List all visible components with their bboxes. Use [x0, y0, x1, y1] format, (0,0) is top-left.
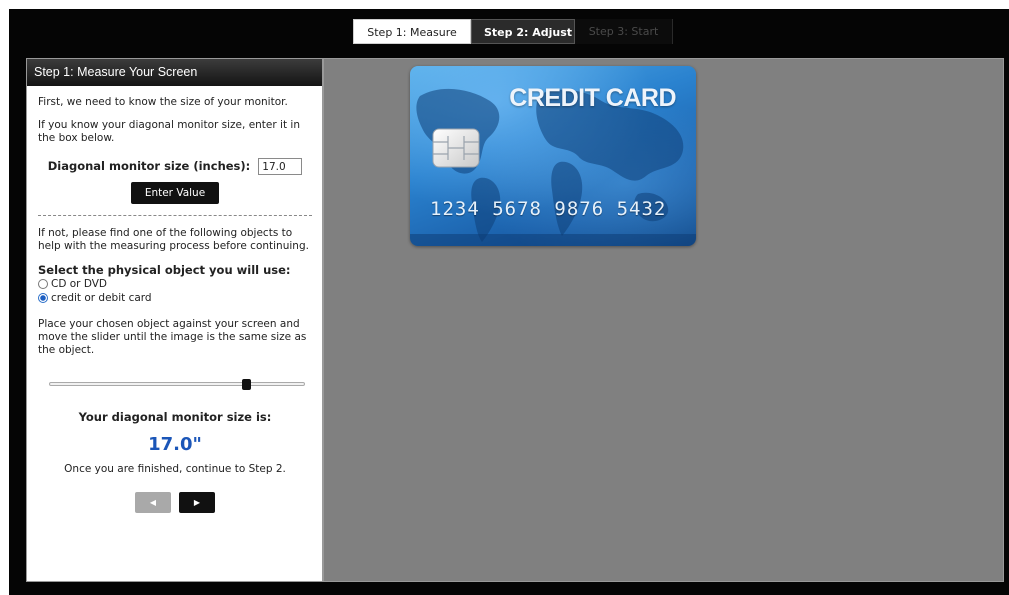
option-cd-dvd[interactable]: CD or DVD	[38, 277, 312, 291]
diagonal-size-label: Diagonal monitor size (inches):	[47, 159, 251, 173]
radio-credit-card[interactable]	[38, 293, 48, 303]
enter-value-button[interactable]: Enter Value	[131, 182, 219, 204]
find-object-text: If not, please find one of the following…	[38, 227, 309, 252]
option-cd-dvd-label: CD or DVD	[51, 277, 108, 290]
nav-buttons: ◀ ▶	[38, 492, 312, 513]
previous-button[interactable]: ◀	[135, 492, 171, 513]
intro-text: First, we need to know the size of your …	[38, 96, 288, 108]
finish-text: Once you are finished, continue to Step …	[64, 463, 286, 475]
tab-step-1[interactable]: Step 1: Measure	[353, 19, 471, 44]
result-label: Your diagonal monitor size is:	[78, 410, 272, 424]
divider	[38, 215, 312, 216]
instructions-text: Place your chosen object against your sc…	[38, 318, 307, 356]
left-arrow-icon: ◀	[149, 498, 157, 507]
next-button[interactable]: ▶	[179, 492, 215, 513]
option-credit-card-label: credit or debit card	[51, 291, 152, 304]
result-value: 17.0"	[148, 434, 202, 455]
panel-title: Step 1: Measure Your Screen	[27, 59, 322, 86]
credit-card-image: CREDIT CARD 1234 5678 9876 5432	[410, 66, 696, 246]
diagonal-size-input[interactable]: 17.0	[258, 158, 303, 175]
option-credit-card[interactable]: credit or debit card	[38, 291, 312, 305]
know-size-text: If you know your diagonal monitor size, …	[38, 119, 300, 144]
step-tabs: Step 1: Measure Step 2: Adjust Step 3: S…	[353, 19, 673, 44]
radio-cd-dvd[interactable]	[38, 279, 48, 289]
diagonal-size-row: Diagonal monitor size (inches): 17.0	[38, 158, 312, 175]
tab-step-2[interactable]: Step 2: Adjust	[471, 19, 575, 44]
card-number: 1234 5678 9876 5432	[430, 198, 667, 220]
slider-handle[interactable]	[241, 379, 251, 390]
size-slider[interactable]	[49, 379, 305, 390]
select-object-label: Select the physical object you will use:	[38, 263, 291, 277]
right-arrow-icon: ▶	[193, 498, 201, 507]
card-title: CREDIT CARD	[509, 84, 676, 112]
chip-icon	[432, 128, 480, 168]
tab-step-3[interactable]: Step 3: Start	[575, 19, 673, 44]
measure-panel: Step 1: Measure Your Screen First, we ne…	[26, 58, 323, 582]
